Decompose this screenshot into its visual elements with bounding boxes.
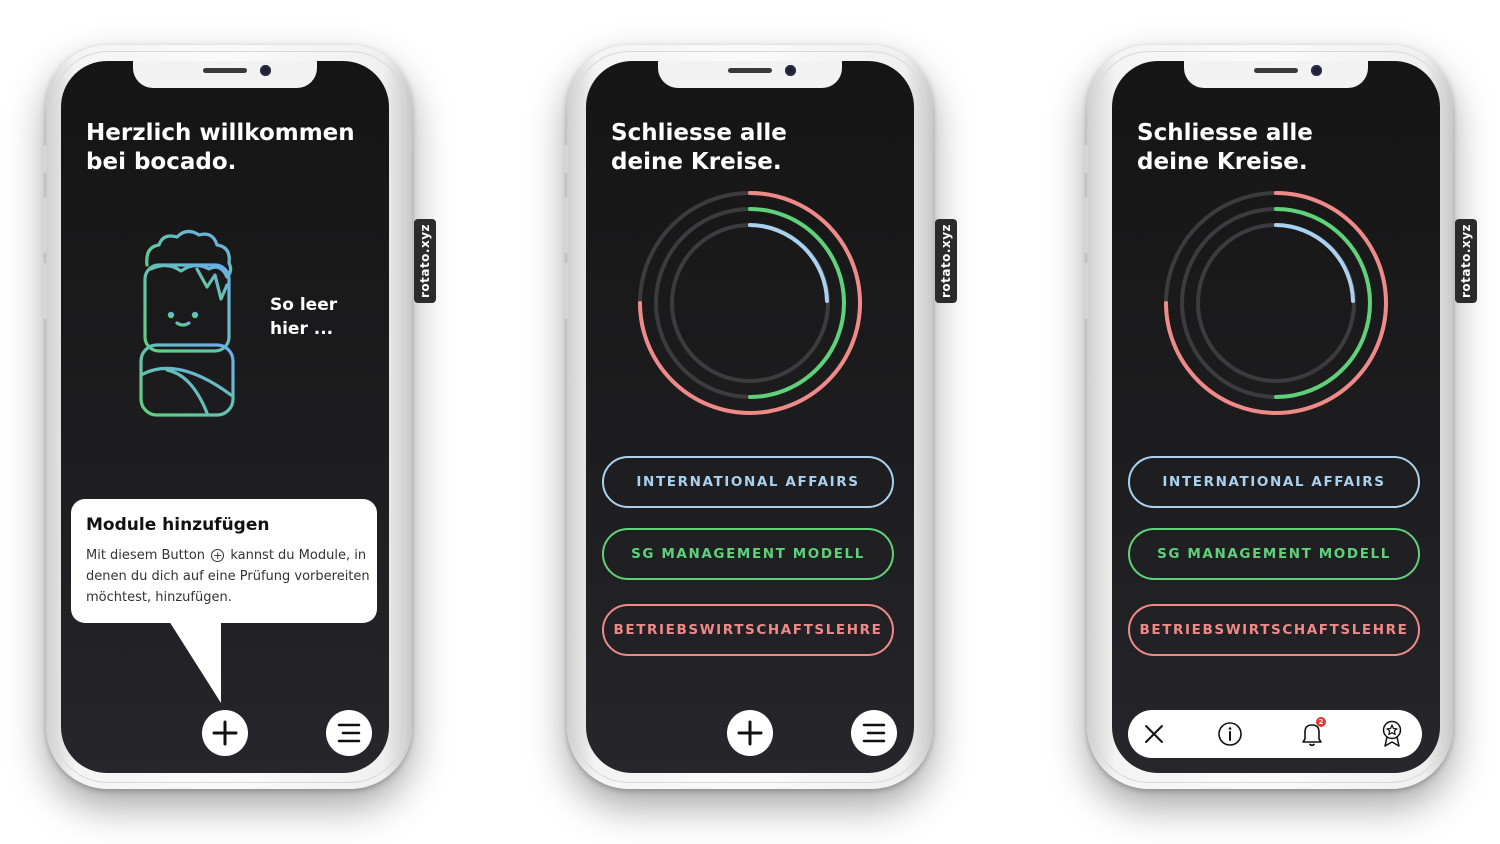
- empty-state-line-1: So leer: [270, 295, 338, 315]
- info-button[interactable]: [1216, 720, 1244, 748]
- watermark-text: rotato.xyz: [939, 223, 953, 299]
- module-button-sg-management-modell[interactable]: SG MANAGEMENT MODELL: [1128, 528, 1420, 580]
- action-tab-bar: 2: [1128, 710, 1422, 758]
- empty-state-text: So leer hier ...: [270, 293, 337, 341]
- notifications-button[interactable]: 2: [1298, 717, 1326, 748]
- info-icon: [1218, 722, 1242, 746]
- plus-icon: [212, 720, 238, 746]
- notification-badge: 2: [1316, 717, 1326, 727]
- page-title: Herzlich willkommen bei bocado.: [86, 119, 355, 177]
- burrito-mascot-icon: [139, 229, 235, 417]
- progress-rings: [1164, 191, 1388, 415]
- speaker: [203, 68, 247, 73]
- volume-down-button: [564, 263, 568, 319]
- mute-switch: [43, 145, 47, 173]
- watermark-tag: rotato.xyz: [414, 219, 436, 303]
- notch: [133, 61, 317, 88]
- title-line-1: Schliesse alle: [1137, 120, 1313, 146]
- rings-screen-menu: Schliesse alle deine Kreise. INTERNATION…: [1112, 61, 1440, 773]
- phone-rings-menu-open: rotato.xyz Schliesse alle deine Kreise. …: [1084, 45, 1477, 789]
- menu-icon: [862, 723, 886, 743]
- module-button-betriebswirtschaftslehre[interactable]: BETRIEBSWIRTSCHAFTSLEHRE: [602, 604, 894, 656]
- tooltip-text-start: Mit diesem Button: [86, 548, 206, 563]
- volume-up-button: [564, 197, 568, 253]
- mute-switch: [1084, 145, 1088, 173]
- title-line-2: deine Kreise.: [611, 149, 782, 175]
- rings-screen: Schliesse alle deine Kreise. INTERNATION…: [586, 61, 914, 773]
- close-icon: [1145, 725, 1163, 743]
- menu-button[interactable]: [326, 710, 372, 756]
- title-line-2: bei bocado.: [86, 149, 237, 175]
- volume-up-button: [1084, 197, 1088, 253]
- watermark-text: rotato.xyz: [418, 223, 432, 299]
- watermark-text: rotato.xyz: [1459, 223, 1473, 299]
- onboarding-tooltip: Module hinzufügen Mit diesem Button + ka…: [71, 499, 377, 623]
- phone-welcome: rotato.xyz Herzlich willkommen bei bocad…: [43, 45, 436, 789]
- progress-rings: [638, 191, 862, 415]
- title-line-2: deine Kreise.: [1137, 149, 1308, 175]
- page-title: Schliesse alle deine Kreise.: [1137, 119, 1313, 177]
- phone-rings: rotato.xyz Schliesse alle deine Kreise. …: [564, 45, 957, 789]
- achievements-button[interactable]: [1378, 720, 1406, 748]
- title-line-1: Schliesse alle: [611, 120, 787, 146]
- award-icon: [1382, 720, 1402, 747]
- tooltip-title: Module hinzufügen: [86, 515, 270, 535]
- empty-state-line-2: hier ...: [270, 319, 334, 339]
- watermark-tag: rotato.xyz: [1455, 219, 1477, 303]
- plus-circle-icon: +: [211, 549, 225, 562]
- speaker: [728, 68, 772, 73]
- welcome-screen: Herzlich willkommen bei bocado. So leer …: [61, 61, 389, 773]
- title-line-1: Herzlich willkommen: [86, 120, 355, 146]
- plus-icon: [737, 720, 763, 746]
- volume-up-button: [43, 197, 47, 253]
- menu-button[interactable]: [851, 710, 897, 756]
- speaker: [1254, 68, 1298, 73]
- notch: [658, 61, 842, 88]
- camera: [785, 65, 796, 76]
- volume-down-button: [1084, 263, 1088, 319]
- close-button[interactable]: [1140, 720, 1168, 748]
- module-button-betriebswirtschaftslehre[interactable]: BETRIEBSWIRTSCHAFTSLEHRE: [1128, 604, 1420, 656]
- menu-icon: [337, 723, 361, 743]
- add-module-button[interactable]: [202, 710, 248, 756]
- camera: [260, 65, 271, 76]
- add-module-button[interactable]: [727, 710, 773, 756]
- volume-down-button: [43, 263, 47, 319]
- watermark-tag: rotato.xyz: [935, 219, 957, 303]
- camera: [1311, 65, 1322, 76]
- module-button-sg-management-modell[interactable]: SG MANAGEMENT MODELL: [602, 528, 894, 580]
- module-button-international-affairs[interactable]: INTERNATIONAL AFFAIRS: [1128, 456, 1420, 508]
- mute-switch: [564, 145, 568, 173]
- tooltip-pointer: [169, 621, 221, 703]
- module-button-international-affairs[interactable]: INTERNATIONAL AFFAIRS: [602, 456, 894, 508]
- page-title: Schliesse alle deine Kreise.: [611, 119, 787, 177]
- notch: [1184, 61, 1368, 88]
- tooltip-text: Mit diesem Button + kannst du Module, in…: [86, 545, 372, 608]
